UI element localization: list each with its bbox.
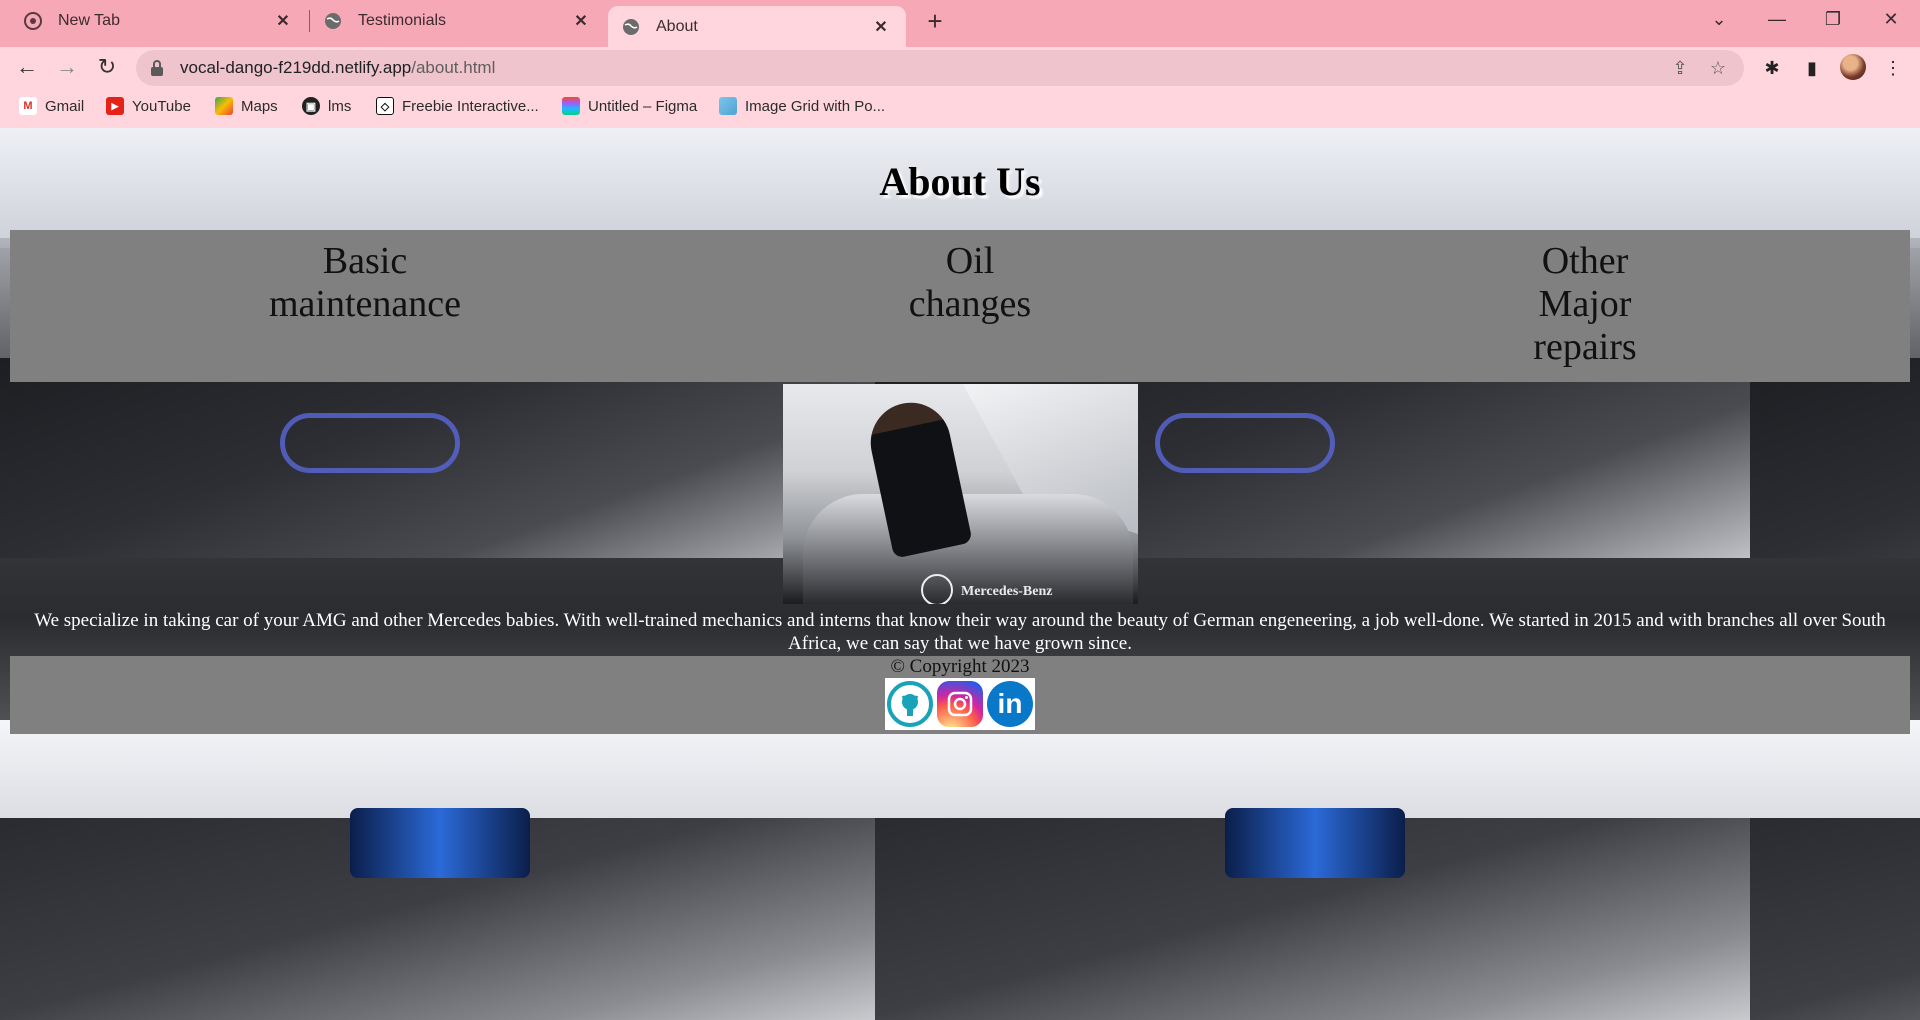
close-tab-icon[interactable]: ✕ [570, 10, 592, 32]
github-icon[interactable] [887, 681, 933, 727]
footer: © Copyright 2023 in [10, 656, 1910, 734]
bookmark-label: Gmail [45, 97, 85, 115]
lms-icon: ▣ [302, 97, 320, 115]
profile-avatar[interactable] [1840, 54, 1866, 80]
url-text[interactable]: vocal-dango-f219dd.netlify.app/about.htm… [180, 58, 495, 78]
codepen-icon: ◇ [376, 97, 394, 115]
browser-chrome: New Tab ✕ Testimonials ✕ About ✕ + ⌄ — ❐… [0, 0, 1920, 128]
restore-icon[interactable]: ❐ [1816, 4, 1850, 34]
url-path: /about.html [411, 58, 496, 77]
bookmark-star-icon[interactable]: ☆ [1706, 56, 1730, 80]
chrome-icon [24, 11, 42, 30]
close-tab-icon[interactable]: ✕ [272, 10, 294, 32]
tab-title: Testimonials [358, 11, 447, 29]
back-arrow-icon[interactable]: ← [13, 53, 41, 81]
globe-icon [622, 18, 640, 36]
bookmark-image-grid[interactable]: Image Grid with Po... [719, 94, 885, 118]
share-icon[interactable]: ⇪ [1668, 56, 1692, 80]
about-page: About Us Basic maintenance Oil changes O… [0, 128, 1920, 1020]
more-menu-icon[interactable]: ⋮ [1880, 55, 1906, 81]
address-bar[interactable]: vocal-dango-f219dd.netlify.app/about.htm… [136, 50, 1744, 86]
bookmarks-bar: M Gmail ▶ YouTube Maps ▣ lms ◇ Freebie I… [0, 90, 1920, 122]
image-grid-icon [719, 97, 737, 115]
tab-strip: New Tab ✕ Testimonials ✕ About ✕ + ⌄ — ❐… [0, 0, 1920, 47]
globe-icon [324, 12, 342, 30]
linkedin-icon[interactable]: in [987, 681, 1033, 727]
extensions-puzzle-icon[interactable]: ✱ [1759, 55, 1785, 81]
bookmark-label: Maps [241, 97, 278, 115]
figma-icon [562, 97, 580, 115]
bookmark-gmail[interactable]: M Gmail [19, 94, 84, 118]
tab-title: New Tab [58, 11, 120, 29]
bookmark-label: lms [328, 97, 352, 115]
minimize-icon[interactable]: — [1760, 4, 1794, 34]
bookmark-lms[interactable]: ▣ lms [302, 94, 351, 118]
forward-arrow-icon[interactable]: → [53, 53, 81, 81]
tab-testimonials[interactable]: Testimonials ✕ [310, 0, 606, 41]
copyright-text: © Copyright 2023 [890, 656, 1030, 677]
gmail-icon: M [19, 97, 37, 115]
tab-new-tab[interactable]: New Tab ✕ [10, 0, 308, 41]
url-host: vocal-dango-f219dd.netlify.app [180, 58, 412, 77]
reload-icon[interactable]: ↻ [93, 53, 121, 81]
mechanic-photo: Mercedes-Benz [783, 384, 1138, 604]
bookmark-label: Image Grid with Po... [745, 97, 886, 115]
bookmark-figma[interactable]: Untitled – Figma [562, 94, 697, 118]
close-window-icon[interactable]: ✕ [1874, 4, 1908, 34]
new-tab-plus-icon[interactable]: + [922, 8, 948, 34]
page-title: About Us [879, 159, 1041, 204]
bookmark-label: Untitled – Figma [588, 97, 698, 115]
maps-icon [215, 97, 233, 115]
social-links: in [885, 678, 1035, 730]
service-oil-changes: Oil changes [908, 240, 1032, 325]
youtube-icon: ▶ [106, 97, 124, 115]
bookmark-label: YouTube [132, 97, 191, 115]
bookmark-freebie-interactive[interactable]: ◇ Freebie Interactive... [376, 94, 539, 118]
services-panel: Basic maintenance Oil changes Other Majo… [10, 230, 1910, 382]
mercedes-star-icon [921, 574, 953, 604]
photo-brand-text: Mercedes-Benz [961, 584, 1053, 599]
browser-toolbar: ← → ↻ vocal-dango-f219dd.netlify.app/abo… [0, 47, 1920, 87]
service-basic-maintenance: Basic maintenance [268, 240, 461, 325]
tab-about[interactable]: About ✕ [608, 6, 906, 47]
bookmark-youtube[interactable]: ▶ YouTube [106, 94, 191, 118]
lock-icon[interactable] [150, 60, 164, 76]
tab-search-chevron-icon[interactable]: ⌄ [1702, 4, 1736, 34]
about-description: We specialize in taking car of your AMG … [34, 610, 1886, 654]
bookmark-maps[interactable]: Maps [215, 94, 278, 118]
tab-title: About [656, 17, 698, 35]
instagram-icon[interactable] [937, 681, 983, 727]
side-panel-icon[interactable]: ▮ [1799, 55, 1825, 81]
service-major-repairs: Other Major repairs [1533, 240, 1637, 368]
bookmark-label: Freebie Interactive... [402, 97, 539, 115]
close-tab-icon[interactable]: ✕ [870, 16, 892, 38]
